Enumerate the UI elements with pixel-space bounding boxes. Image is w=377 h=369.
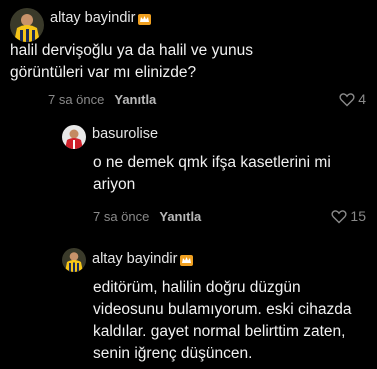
username-label: altay bayindir	[92, 251, 178, 267]
crown-badge-icon	[180, 254, 194, 266]
heart-icon	[331, 209, 347, 223]
username-label: basurolise	[92, 126, 159, 142]
comment-meta: 7 sa önce Yanıtla	[93, 209, 201, 224]
comment-text-line: senin iğrenç düşüncen.	[93, 345, 253, 362]
username[interactable]: altay bayindir	[92, 251, 194, 267]
comment-text-line: editörüm, halilin doğru düzgün	[93, 279, 301, 296]
avatar[interactable]	[10, 8, 44, 42]
comment-text: o ne demek qmk ifşa kasetlerini mi ariyo…	[93, 152, 331, 196]
like-button[interactable]: 4	[339, 91, 366, 107]
username[interactable]: altay bayindir	[50, 10, 152, 26]
timestamp: 7 sa önce	[48, 92, 105, 107]
comment-meta: 7 sa önce Yanıtla	[48, 92, 156, 107]
like-button[interactable]: 15	[331, 208, 366, 224]
comment-text-line: görüntüleri var mı elinizde?	[10, 64, 197, 81]
username[interactable]: basurolise	[92, 126, 158, 142]
avatar[interactable]	[62, 248, 86, 272]
comment-text-line: ariyon	[93, 176, 136, 193]
avatar[interactable]	[62, 125, 86, 149]
username-label: altay bayindir	[50, 10, 136, 26]
comment-text-line: kaldılar. gayet normal belirttim zaten,	[93, 323, 346, 340]
heart-icon	[339, 92, 355, 106]
comment-text-line: videosunu bulamıyorum. eski cihazda	[93, 301, 352, 318]
comment-text: halil dervişoğlu ya da halil ve yunus gö…	[10, 40, 253, 84]
reply-button[interactable]: Yanıtla	[159, 209, 201, 224]
reply-button[interactable]: Yanıtla	[114, 92, 156, 107]
timestamp: 7 sa önce	[93, 209, 150, 224]
like-count: 4	[358, 91, 366, 107]
comment-text-line: halil dervişoğlu ya da halil ve yunus	[10, 42, 253, 59]
comment-text-line: o ne demek qmk ifşa kasetlerini mi	[93, 154, 331, 171]
comment-text: editörüm, halilin doğru düzgün videosunu…	[93, 277, 351, 365]
like-count: 15	[350, 208, 366, 224]
crown-badge-icon	[138, 13, 152, 25]
